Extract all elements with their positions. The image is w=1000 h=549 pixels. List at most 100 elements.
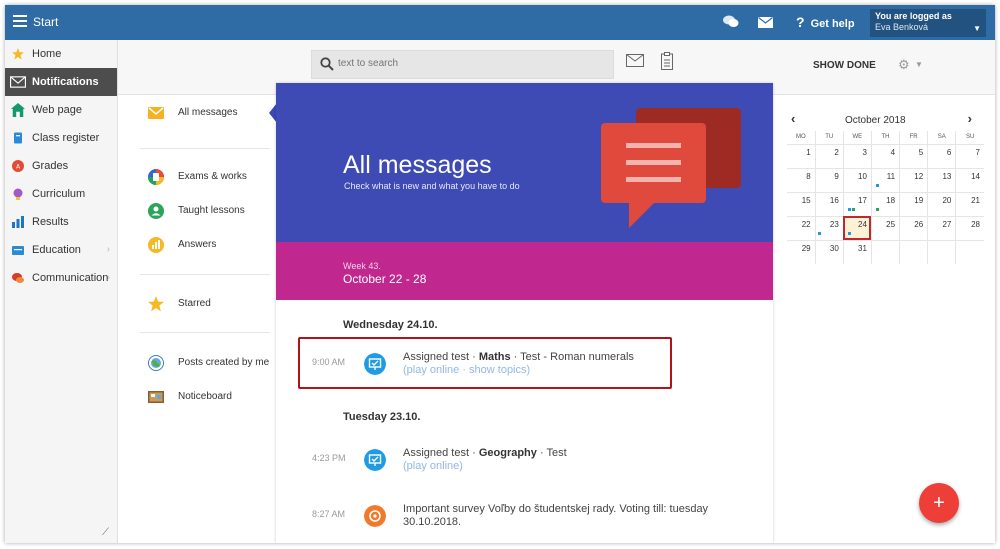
caret-down-icon[interactable]: ▼ [915,60,923,69]
calendar-day[interactable]: 13 [927,167,956,192]
calendar-day[interactable]: 25 [870,215,900,240]
calendar-day[interactable]: 20 [927,191,956,216]
event-marker [851,207,855,211]
sidebar-item-curriculum[interactable]: Curriculum [5,180,117,208]
calendar-day[interactable]: 27 [927,215,956,240]
filter-label: All messages [178,107,238,118]
hero-banner: All messages Check what is new and what … [276,83,773,242]
calendar: ‹ October 2018 › MO TU WE TH FR SA SU 1 [787,109,987,264]
resize-handle-icon[interactable]: ⟋ [102,527,109,538]
message-links[interactable]: (play online) [403,460,463,472]
weekday-header: WE [842,131,872,144]
bulb-icon [13,188,23,200]
sidebar-item-education[interactable]: Education › [5,236,117,264]
calendar-next-button[interactable]: › [968,111,972,126]
sidebar-item-communication[interactable]: Communication › [5,264,117,292]
calendar-day-number: 17 [858,195,867,205]
calendar-day[interactable]: 6 [927,143,956,168]
add-button[interactable]: + [919,483,959,523]
calendar-day[interactable]: 21 [955,191,984,216]
user-caption: You are logged as [875,11,952,21]
test-icon [364,449,386,471]
calendar-day[interactable]: 16 [814,191,844,216]
gear-icon[interactable]: ⚙ [898,57,910,73]
folder-icon [12,246,24,255]
filter-starred[interactable]: Starred [118,290,276,318]
weekday-header: FR [899,131,928,144]
sidebar-item-notifications[interactable]: Notifications [5,68,117,96]
weekday-header: TU [814,131,844,144]
search-box[interactable] [311,50,614,79]
sidebar-item-label: Notifications [32,76,99,88]
calendar-day[interactable]: 12 [899,167,928,192]
event-marker [817,231,821,235]
sidebar-item-label: Web page [32,104,82,116]
calendar-day-today[interactable]: 24 [842,215,872,240]
message-text: Important survey Voľby do študentskej ra… [403,503,709,528]
user-menu[interactable]: You are logged as Eva Benková ▼ [870,9,986,37]
week-range: October 22 - 28 [343,272,427,286]
calendar-prev-button[interactable]: ‹ [791,111,795,126]
hamburger-menu-icon[interactable] [13,15,27,27]
calendar-day[interactable]: 23 [814,215,844,240]
calendar-day[interactable]: 31 [842,239,872,264]
calendar-day[interactable]: 18 [870,191,900,216]
sidebar-item-home[interactable]: Home [5,40,117,68]
calendar-day[interactable]: 11 [870,167,900,192]
calendar-day[interactable]: 15 [787,191,816,216]
star-icon [12,48,24,60]
calendar-day[interactable]: 22 [787,215,816,240]
filter-posts-created-by-me[interactable]: Posts created by me [118,349,276,377]
page-title: All messages [343,151,492,179]
message-row[interactable]: 8:27 AM Important survey Voľby do študen… [276,499,773,543]
calendar-day[interactable]: 28 [955,215,984,240]
sidebar-item-web-page[interactable]: Web page [5,96,117,124]
weekday-header: MO [795,134,806,141]
weekday-header: SA [927,131,956,144]
filter-label: Exams & works [178,171,247,182]
calendar-day[interactable]: 19 [899,191,928,216]
answers-icon [148,237,164,253]
filter-exams-works[interactable]: Exams & works [118,163,276,191]
calendar-day[interactable]: 5 [899,143,928,168]
page-subtitle: Check what is new and what you have to d… [344,181,520,191]
search-input[interactable] [338,58,598,69]
star-icon [148,296,164,312]
sidebar-item-label: Communication [32,272,109,284]
calendar-day[interactable]: 14 [955,167,984,192]
calendar-day[interactable]: 30 [814,239,844,264]
show-done-button[interactable]: SHOW DONE [813,60,876,71]
calendar-day[interactable]: 7 [955,143,984,168]
calendar-day[interactable]: 9 [814,167,844,192]
calendar-day-empty [870,239,900,264]
calendar-day[interactable]: 29 [787,239,816,264]
sidebar-item-label: Results [32,216,69,228]
message-row[interactable]: 4:23 PM Assigned test · Geography · Test… [276,443,773,487]
question-icon: ? [796,14,805,30]
calendar-day[interactable]: 1 [787,143,816,168]
get-help-button[interactable]: ? Get help [796,14,855,30]
calendar-day-empty [899,239,928,264]
calendar-day[interactable]: 3 [842,143,872,168]
clipboard-icon[interactable] [661,52,673,70]
calendar-day[interactable]: 10 [842,167,872,192]
sidebar-item-class-register[interactable]: Class register [5,124,117,152]
event-marker [875,207,879,211]
app-title[interactable]: Start [33,15,58,29]
book-icon [14,132,22,144]
calendar-day[interactable]: 26 [899,215,928,240]
sidebar-item-grades[interactable]: A Grades [5,152,117,180]
envelope-icon[interactable] [626,54,644,67]
filter-taught-lessons[interactable]: Taught lessons [118,197,276,225]
filter-label: Posts created by me [178,357,270,368]
filter-all-messages[interactable]: All messages [118,99,277,127]
sidebar-item-results[interactable]: Results [5,208,117,236]
chat-icon[interactable] [723,15,739,29]
calendar-day[interactable]: 2 [814,143,844,168]
calendar-day[interactable]: 17 [842,191,872,216]
mail-icon[interactable] [758,17,773,28]
calendar-day[interactable]: 8 [787,167,816,192]
filter-noticeboard[interactable]: Noticeboard [118,383,276,411]
filter-answers[interactable]: Answers [118,231,276,259]
calendar-day[interactable]: 4 [870,143,900,168]
